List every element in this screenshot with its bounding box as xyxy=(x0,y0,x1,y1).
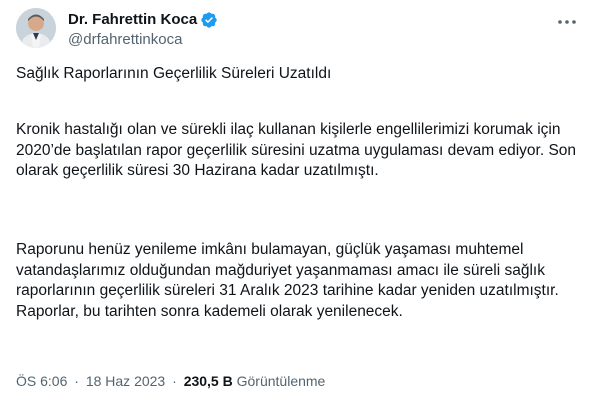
avatar[interactable] xyxy=(16,8,56,48)
views-label: Görüntülenme xyxy=(236,373,326,389)
display-name-row: Dr. Fahrettin Koca xyxy=(68,10,218,30)
meta-separator: · xyxy=(172,373,177,389)
tweet-meta: ÖS 6:06 · 18 Haz 2023 · 230,5 B Görüntül… xyxy=(16,372,325,390)
views-count: 230,5 B xyxy=(183,373,233,389)
tweet-time[interactable]: ÖS 6:06 xyxy=(16,373,67,389)
tweet-date[interactable]: 18 Haz 2023 xyxy=(86,373,165,389)
tweet-title-line: Sağlık Raporlarının Geçerlilik Süreleri … xyxy=(16,65,332,82)
more-options-icon[interactable] xyxy=(553,12,581,32)
verified-badge-icon[interactable] xyxy=(200,11,218,29)
tweet: Dr. Fahrettin Koca @drfahrettinkoca Sağl… xyxy=(0,0,597,400)
avatar-image xyxy=(16,8,56,48)
tweet-paragraph-2: Raporunu henüz yenileme imkânı bulamayan… xyxy=(16,241,559,320)
author-handle[interactable]: @drfahrettinkoca xyxy=(68,30,218,50)
display-name[interactable]: Dr. Fahrettin Koca xyxy=(68,10,197,30)
tweet-header: Dr. Fahrettin Koca @drfahrettinkoca xyxy=(16,8,581,52)
tweet-paragraph-1: Kronik hastalığı olan ve sürekli ilaç ku… xyxy=(16,121,577,179)
meta-separator: · xyxy=(74,373,79,389)
author-names: Dr. Fahrettin Koca @drfahrettinkoca xyxy=(68,10,218,50)
